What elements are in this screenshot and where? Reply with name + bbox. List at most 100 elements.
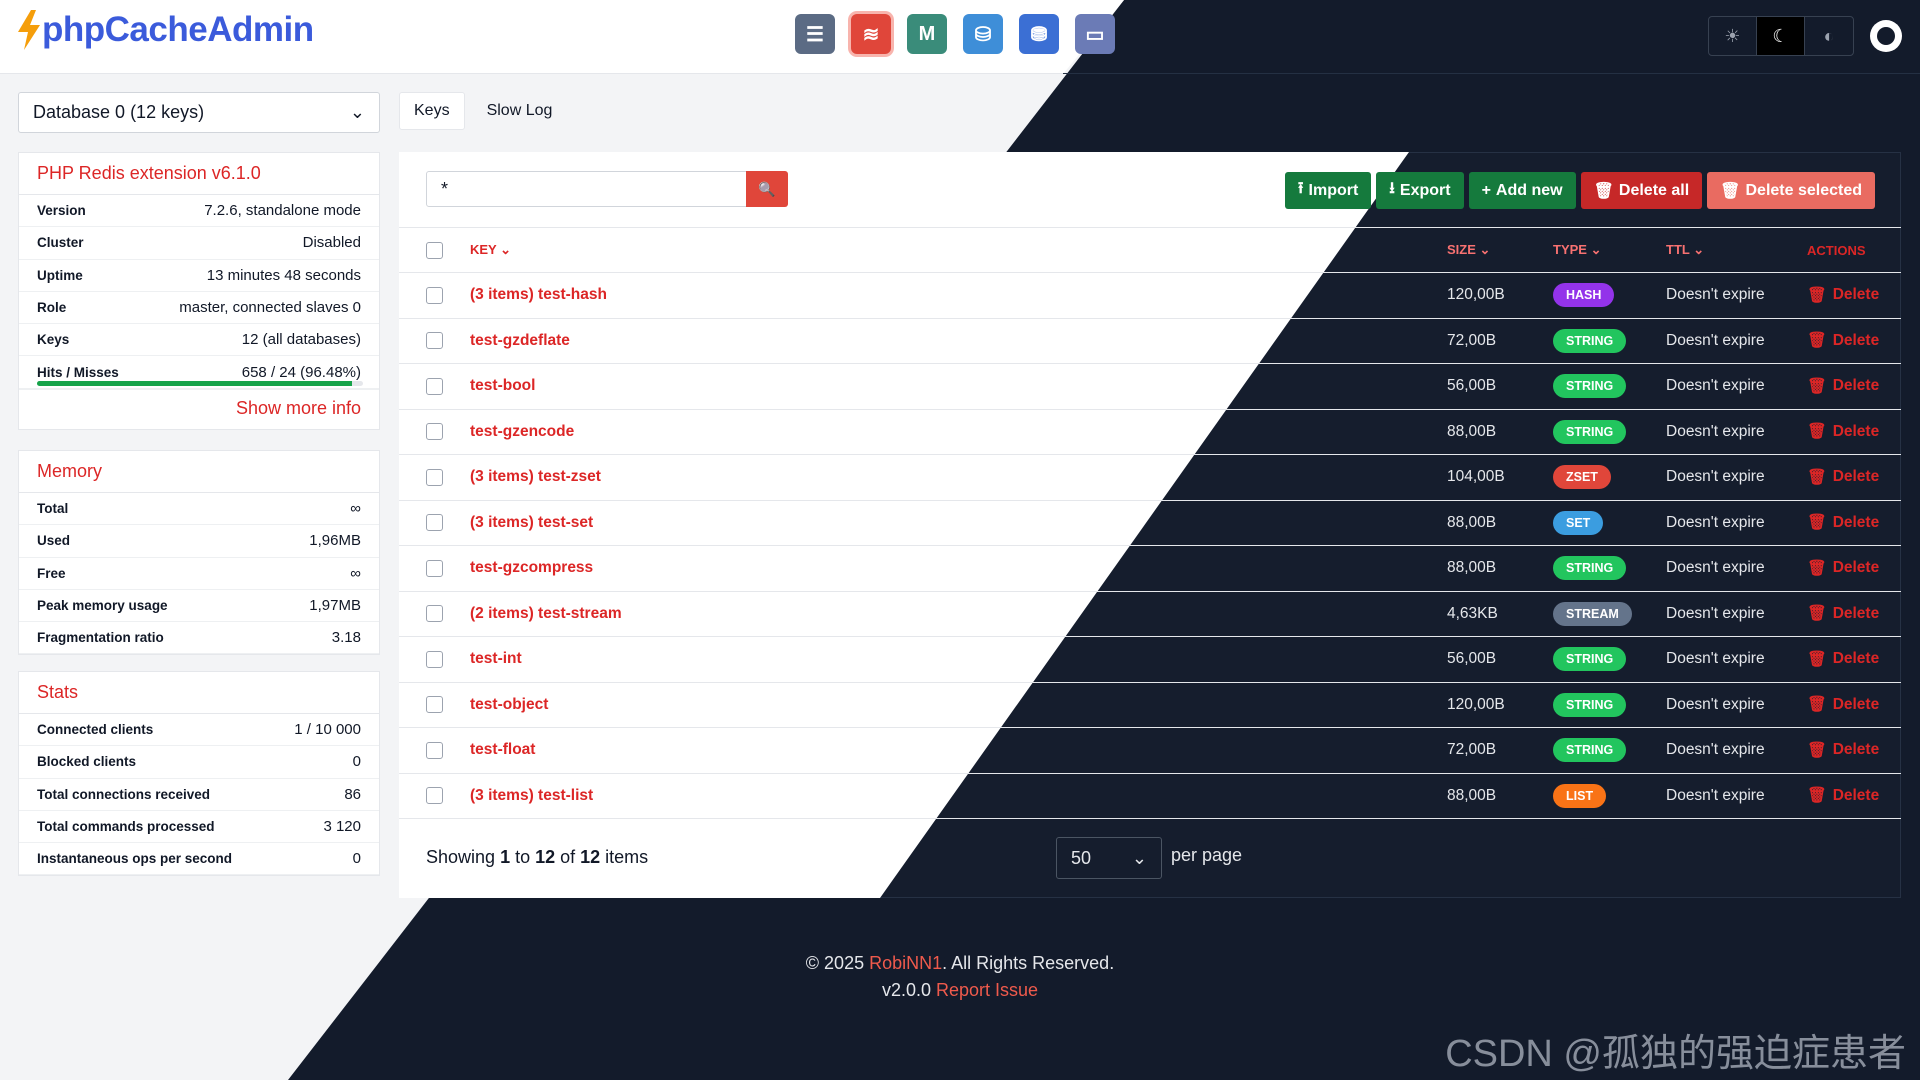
database-select[interactable]: Database 0 (12 keys) ⌄ xyxy=(18,92,380,133)
type-badge: STRING xyxy=(1553,419,1627,444)
delete-row-button[interactable]: 🗑 Delete xyxy=(1807,604,1879,623)
opcache-icon[interactable]: ⛁ xyxy=(963,14,1003,54)
tab-slow-log[interactable]: Slow Log xyxy=(473,92,567,130)
row-checkbox[interactable] xyxy=(426,468,443,486)
key-link[interactable]: test-gzdeflate xyxy=(470,332,570,350)
delete-selected-button[interactable]: 🗑 Delete selected xyxy=(1707,172,1875,209)
add-new-button[interactable]: + Add new xyxy=(1468,172,1576,209)
info-label: Total commands processed xyxy=(37,819,215,835)
report-issue-link[interactable]: Report Issue xyxy=(936,980,1038,1000)
row-checkbox[interactable] xyxy=(426,559,443,577)
info-value: 1 / 10 000 xyxy=(294,721,361,739)
delete-row-button[interactable]: 🗑 Delete xyxy=(1807,650,1879,669)
import-button[interactable]: ⭱ Import xyxy=(1284,172,1372,209)
row-checkbox[interactable] xyxy=(426,377,443,395)
button-label: Delete all xyxy=(1618,181,1690,199)
trash-icon: 🗑 xyxy=(1807,787,1827,805)
delete-label: Delete xyxy=(1832,786,1880,804)
delete-row-button[interactable]: 🗑 Delete xyxy=(1807,559,1879,578)
type-badge: LIST xyxy=(1553,783,1607,808)
export-icon: ⭳ xyxy=(1389,180,1395,197)
author-link[interactable]: RobiNN1 xyxy=(869,953,942,973)
export-button[interactable]: ⭳ Export xyxy=(1376,172,1464,209)
type-badge: SET xyxy=(1553,510,1604,535)
table-row: (3 items) test-hash 120,00B HASH Doesn't ex… xyxy=(399,273,1901,319)
info-label: Keys xyxy=(37,332,70,348)
select-all-checkbox[interactable] xyxy=(426,241,443,259)
memcached-icon[interactable]: M xyxy=(907,14,947,54)
row-checkbox[interactable] xyxy=(426,514,443,532)
key-size: 72,00B xyxy=(1447,331,1497,349)
delete-row-button[interactable]: 🗑 Delete xyxy=(1807,513,1879,532)
delete-row-button[interactable]: 🗑 Delete xyxy=(1807,331,1879,350)
delete-row-button[interactable]: 🗑 Delete xyxy=(1807,377,1879,396)
key-link[interactable]: (3 items) test-hash xyxy=(470,286,607,304)
apcu-icon[interactable]: ⛃ xyxy=(1019,14,1059,54)
delete-all-button[interactable]: 🗑 Delete all xyxy=(1580,172,1703,209)
server-icon[interactable]: ☰ xyxy=(795,14,835,54)
search-input[interactable]: * xyxy=(426,171,747,207)
column-key[interactable]: KEY ⌄ xyxy=(470,242,511,258)
info-row: Version 7.2.6, standalone mode xyxy=(19,195,379,228)
row-checkbox[interactable] xyxy=(426,741,443,759)
key-size: 4,63KB xyxy=(1447,604,1498,622)
app-logo[interactable]: phpCacheAdmin xyxy=(16,10,314,50)
column-type[interactable]: TYPE ⌄ xyxy=(1553,242,1601,258)
show-more-info-link[interactable]: Show more info xyxy=(19,388,379,429)
row-checkbox[interactable] xyxy=(426,650,443,668)
light-theme-icon[interactable]: ☀ xyxy=(1709,17,1757,55)
per-page-select[interactable]: 50 ⌄ xyxy=(1056,837,1162,879)
delete-row-button[interactable]: 🗑 Delete xyxy=(1807,422,1879,441)
server-info-card: PHP Redis extension v6.1.0 Version 7.2.6,… xyxy=(18,152,380,430)
dark-theme-icon[interactable]: ☾ xyxy=(1757,17,1805,55)
delete-row-button[interactable]: 🗑 Delete xyxy=(1807,286,1879,305)
redis-icon[interactable]: ≋ xyxy=(851,14,891,54)
key-link[interactable]: (2 items) test-stream xyxy=(470,605,622,623)
delete-row-button[interactable]: 🗑 Delete xyxy=(1807,786,1879,805)
delete-all-icon: 🗑 xyxy=(1593,182,1614,200)
github-icon[interactable] xyxy=(1870,20,1902,52)
row-checkbox[interactable] xyxy=(426,605,443,623)
key-link[interactable]: test-object xyxy=(470,696,548,714)
key-link[interactable]: (3 items) test-zset xyxy=(470,468,601,486)
showing-text: Showing 1 to 12 of 12 items xyxy=(426,847,649,867)
key-size: 56,00B xyxy=(1447,650,1497,668)
info-row: Cluster Disabled xyxy=(19,227,379,260)
tab-keys[interactable]: Keys xyxy=(399,92,465,130)
info-label: Uptime xyxy=(37,267,83,283)
add-new-icon: + xyxy=(1481,181,1491,199)
key-link[interactable]: (3 items) test-set xyxy=(470,514,593,532)
key-link[interactable]: test-int xyxy=(470,650,522,668)
key-link[interactable]: (3 items) test-list xyxy=(470,787,593,805)
search-button[interactable]: 🔍 xyxy=(746,171,788,207)
info-label: Total xyxy=(37,501,69,517)
info-row: Keys 12 (all databases) xyxy=(19,324,379,357)
realpath-icon[interactable]: ▭ xyxy=(1075,14,1115,54)
type-badge: HASH xyxy=(1553,283,1615,308)
key-link[interactable]: test-float xyxy=(470,741,535,759)
column-size[interactable]: SIZE ⌄ xyxy=(1447,242,1490,258)
delete-label: Delete xyxy=(1832,331,1880,349)
delete-label: Delete xyxy=(1832,422,1880,440)
delete-row-button[interactable]: 🗑 Delete xyxy=(1807,468,1879,487)
auto-theme-icon[interactable]: ◐ xyxy=(1805,17,1853,55)
info-row: Blocked clients 0 xyxy=(19,746,379,779)
row-checkbox[interactable] xyxy=(426,787,443,805)
row-checkbox[interactable] xyxy=(426,696,443,714)
row-checkbox[interactable] xyxy=(426,423,443,441)
key-link[interactable]: test-gzcompress xyxy=(470,559,593,577)
column-ttl[interactable]: TTL ⌄ xyxy=(1666,242,1704,258)
key-link[interactable]: test-bool xyxy=(470,377,535,395)
table-row: test-bool 56,00B STRING Doesn't expire 🗑 Dele… xyxy=(399,364,1901,410)
trash-icon: 🗑 xyxy=(1807,514,1827,532)
delete-label: Delete xyxy=(1832,513,1880,531)
key-size: 88,00B xyxy=(1447,559,1497,577)
info-row: Free ∞ xyxy=(19,558,379,590)
delete-row-button[interactable]: 🗑 Delete xyxy=(1807,695,1879,714)
row-checkbox[interactable] xyxy=(426,332,443,350)
info-value: ∞ xyxy=(350,564,361,582)
row-checkbox[interactable] xyxy=(426,286,443,304)
delete-row-button[interactable]: 🗑 Delete xyxy=(1807,741,1879,760)
search-icon: 🔍 xyxy=(758,180,776,197)
key-link[interactable]: test-gzencode xyxy=(470,423,574,441)
